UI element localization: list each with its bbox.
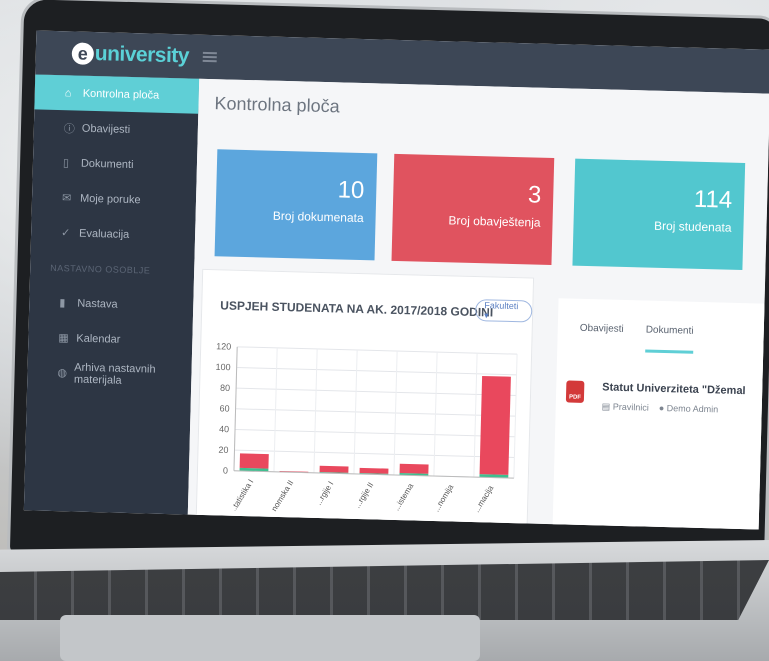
stat-label: Broj obavještenja [448,213,541,230]
sidebar-item-moje-poruke[interactable]: ✉ Moje poruke [32,179,197,218]
y-tick-label: 100 [215,362,230,372]
sidebar-item-label: Nastava [77,297,118,311]
home-icon: ⌂ [64,86,72,99]
document-item[interactable]: PDF Statut Univerziteta "Džemal ▤ Pravil… [565,380,746,416]
sidebar-item-label: Kalendar [76,332,121,346]
document-title[interactable]: Statut Univerziteta "Džemal [602,381,746,397]
stat-card-documents[interactable]: 10 Broj dokumenata [214,149,378,261]
x-tick-label: ...rgije I [314,480,335,507]
y-tick-label: 0 [223,465,228,475]
hamburger-menu-icon[interactable] [202,51,218,63]
sidebar-item-nastava[interactable]: ▮ Nastava [29,284,194,323]
sidebar-item-arhiva[interactable]: ◍ Arhiva nastavnih materijala [27,354,192,393]
document-category: Pravilnici [612,401,649,413]
check-circle-icon: ✓ [60,227,71,240]
sidebar-item-label: Obavijesti [81,122,131,136]
page-title: Kontrolna ploča [214,93,340,117]
x-tick-label: ...nomska II [266,479,295,519]
stat-card-students[interactable]: 114 Broj studenata [572,158,746,271]
archive-icon: ◍ [57,367,68,380]
x-tick-label: ...macija [472,483,496,514]
sidebar-item-dokumenti[interactable]: ▯ Dokumenti [33,144,198,183]
calendar-icon: ▦ [58,332,69,345]
bar [239,453,269,469]
user-icon: ● [658,402,665,414]
stat-label: Broj dokumenata [272,208,364,226]
gridline [234,449,515,458]
book-icon: ▮ [59,297,66,310]
main-content: Kontrolna ploča 10 Broj dokumenata 3 Bro… [187,78,769,530]
stat-value: 10 [337,176,365,205]
bar-chart: 0 20 40 60 80 100 120 ...tatistika I ...nomska I… [215,341,518,519]
gridline [235,408,516,417]
y-tick-label: 20 [218,445,228,455]
document-icon: ▯ [62,157,70,170]
x-tick-label: ...nomija [432,482,456,513]
bar [319,465,349,473]
envelope-icon: ✉ [61,192,72,205]
folder-icon: ▤ [601,401,611,412]
document-meta: ▤ Pravilnici ● Demo Admin [602,401,746,416]
stat-value: 3 [527,181,542,209]
logo-text[interactable]: university [94,42,190,68]
x-tick-label: ...istema [392,481,416,512]
pdf-icon: PDF [565,380,585,403]
sidebar-item-evaluacija[interactable]: ✓ Evaluacija [31,214,196,253]
gridline [237,346,518,355]
gridline [235,428,515,438]
laptop-screen: e university ⌂ Kontrolna ploča ⓘ Obavije… [23,30,769,530]
tab-obavijesti[interactable]: Obavijesti [580,323,624,335]
sidebar-item-obavijesti[interactable]: ⓘ Obavijesti [33,109,198,148]
y-tick-label: 60 [219,403,229,413]
laptop-touchpad [60,615,480,661]
stat-card-notices[interactable]: 3 Broj obavještenja [391,153,555,266]
sidebar-item-label: Arhiva nastavnih materijala [73,361,156,387]
chart-title: USPJEH STUDENATA NA AK. 2017/2018 GODINI [220,298,494,320]
y-tick-label: 80 [220,383,230,393]
y-tick-label: 40 [219,424,229,434]
sidebar-item-label: Evaluacija [78,227,130,241]
sidebar-item-label: Kontrolna ploča [82,87,160,102]
stat-label: Broj studenata [653,218,732,235]
faculty-filter-button[interactable]: Fakulteti ▾ [474,299,533,323]
gridline [236,366,517,376]
sidebar-item-kalendar[interactable]: ▦ Kalendar [28,319,193,358]
bar [479,375,511,475]
x-tick-label: ...rgije II [353,481,376,510]
sidebar-item-label: Dokumenti [80,157,134,171]
sidebar: ⌂ Kontrolna ploča ⓘ Obavijesti ▯ Dokumen… [23,74,200,515]
document-author: Demo Admin [666,403,719,415]
chart-panel: USPJEH STUDENATA NA AK. 2017/2018 GODINI… [195,268,535,528]
bar [359,467,389,474]
tab-dokumenti[interactable]: Dokumenti [645,324,694,354]
tabs-panel: Obavijesti Dokumenti PDF Statut Univerzi… [552,298,769,530]
gridline [236,387,517,396]
x-tick-label: ...tatistika I [228,478,256,515]
bar [399,463,429,474]
info-icon: ⓘ [63,122,75,135]
sidebar-item-kontrolna-ploca[interactable]: ⌂ Kontrolna ploča [34,74,200,114]
sidebar-section-label: NASTAVNO OSOBLJE [50,262,151,276]
stat-value: 114 [693,185,733,214]
sidebar-item-label: Moje poruke [79,192,141,206]
y-tick-label: 120 [216,341,231,351]
logo-icon[interactable]: e [71,42,95,65]
